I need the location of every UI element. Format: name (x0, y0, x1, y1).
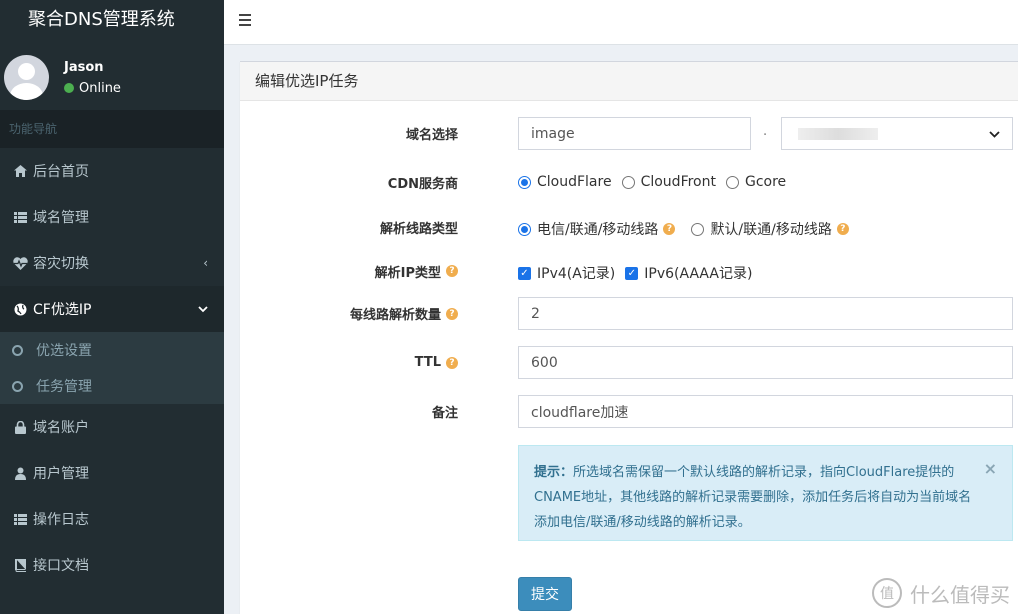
heartbeat-icon (12, 256, 28, 270)
chevron-down-icon (198, 302, 208, 316)
domain-label: 域名选择 (405, 128, 458, 143)
circle-icon (12, 344, 23, 356)
sidebar-subitem-tasks[interactable]: 任务管理 (0, 368, 224, 404)
top-navbar (224, 0, 1018, 45)
sidebar-item-label: 域名账户 (33, 420, 89, 436)
home-icon (12, 165, 28, 177)
sidebar-item-users[interactable]: 用户管理 (0, 450, 224, 496)
help-icon[interactable]: ? (836, 223, 849, 235)
sidebar-subitem-label: 优选设置 (36, 343, 92, 359)
cdn-radio-group: CloudFlare CloudFront Gcore (518, 174, 796, 190)
panel-title: 编辑优选IP任务 (240, 62, 1018, 101)
lock-icon (12, 420, 28, 434)
checkbox-checked-icon: ✓ (518, 266, 531, 280)
sidebar-item-label: 后台首页 (33, 164, 89, 180)
radio-checked-icon (518, 222, 531, 236)
ip-option-ipv6[interactable]: ✓ IPv6(AAAA记录) (625, 263, 752, 283)
blurred-domain (798, 127, 878, 140)
radio-icon (691, 222, 705, 236)
help-icon[interactable]: ? (446, 307, 458, 320)
book-icon (12, 558, 28, 572)
help-icon[interactable]: ? (446, 265, 458, 277)
app-title: 聚合DNS管理系统 (0, 0, 224, 45)
help-icon[interactable]: ? (446, 356, 458, 369)
ip-option-ipv4[interactable]: ✓ IPv4(A记录) (518, 263, 615, 283)
chevron-left-icon: ‹ (203, 256, 208, 270)
sidebar-item-logs[interactable]: 操作日志 (0, 496, 224, 542)
sidebar-item-label: 接口文档 (33, 558, 89, 574)
radio-icon (725, 175, 739, 189)
checkbox-checked-icon: ✓ (625, 266, 639, 280)
submit-button[interactable]: 提交 (518, 577, 572, 611)
sidebar-item-failover[interactable]: 容灾切换 ‹ (0, 240, 224, 286)
ip-type-checkbox-group: ✓ IPv4(A记录) ✓ IPv6(AAAA记录) (518, 263, 762, 283)
sidebar-subitem-settings[interactable]: 优选设置 (0, 332, 224, 368)
count-input[interactable]: 2 (518, 297, 1013, 330)
sidebar-submenu: 优选设置 任务管理 (0, 332, 224, 404)
list-icon (12, 211, 28, 223)
tip-alert: 提示：所选域名需保留一个默认线路的解析记录，指向CloudFlare提供的CNA… (518, 445, 1013, 541)
domain-separator: . (763, 124, 768, 139)
sidebar-subitem-label: 任务管理 (36, 379, 92, 395)
sidebar-item-label: CF优选IP (33, 302, 92, 318)
close-icon[interactable]: × (984, 456, 997, 481)
watermark-logo-icon: 值 (872, 578, 902, 608)
sidebar-item-label: 操作日志 (33, 512, 89, 528)
sidebar: 聚合DNS管理系统 Jason Online 功能导航 后台首页 域名管理 容灾… (0, 0, 224, 614)
ttl-label: TTL? (240, 355, 488, 370)
watermark-text: 什么值得买 (910, 582, 1010, 607)
sidebar-item-domains[interactable]: 域名管理 (0, 194, 224, 240)
sidebar-item-label: 用户管理 (33, 466, 89, 482)
user-status-label: Online (79, 80, 121, 96)
cdn-option-cloudflare[interactable]: CloudFlare (518, 174, 612, 190)
line-option-default[interactable]: 默认/联通/移动线路? (691, 219, 849, 239)
list-icon (12, 513, 28, 525)
edit-task-panel: 编辑优选IP任务 域名选择 image . CDN服务商 CloudFlare … (240, 61, 1018, 614)
ip-type-label: 解析IP类型? (240, 262, 488, 281)
sidebar-item-label: 容灾切换 (33, 256, 89, 272)
radio-checked-icon (518, 175, 531, 189)
sidebar-item-api-docs[interactable]: 接口文档 (0, 542, 224, 588)
watermark: 值 什么值得买 (872, 578, 1010, 608)
help-icon[interactable]: ? (663, 223, 676, 235)
online-dot-icon (64, 83, 74, 93)
cdn-label: CDN服务商 (387, 176, 458, 192)
chevron-down-icon (989, 126, 1000, 142)
tip-text: 所选域名需保留一个默认线路的解析记录，指向CloudFlare提供的CNAME地… (534, 465, 972, 530)
user-icon (12, 467, 28, 480)
subdomain-input[interactable]: image (518, 117, 751, 150)
radio-icon (621, 175, 635, 189)
tip-title: 提示： (534, 465, 574, 480)
remark-input[interactable]: cloudflare加速 (518, 395, 1013, 428)
line-type-label: 解析线路类型 (379, 221, 458, 237)
ttl-input[interactable]: 600 (518, 346, 1013, 379)
user-name: Jason (64, 59, 104, 75)
line-type-radio-group: 电信/联通/移动线路? 默认/联通/移动线路? (518, 219, 859, 239)
sidebar-item-accounts[interactable]: 域名账户 (0, 404, 224, 450)
avatar (4, 55, 49, 100)
cdn-option-cloudfront[interactable]: CloudFront (621, 174, 716, 190)
menu-toggle-icon[interactable] (239, 14, 251, 29)
sidebar-item-cf-ip[interactable]: CF优选IP (0, 286, 224, 332)
user-status: Online (64, 81, 121, 96)
user-panel: Jason Online (0, 45, 224, 110)
cdn-option-gcore[interactable]: Gcore (725, 174, 786, 190)
count-label: 每线路解析数量? (240, 304, 488, 323)
sidebar-item-home[interactable]: 后台首页 (0, 148, 224, 194)
sidebar-item-label: 域名管理 (33, 210, 89, 226)
domain-select[interactable] (781, 117, 1013, 150)
line-option-telecom[interactable]: 电信/联通/移动线路? (518, 219, 676, 239)
remark-label: 备注 (431, 406, 458, 421)
circle-icon (12, 380, 23, 392)
globe-icon (12, 303, 28, 316)
nav-header: 功能导航 (0, 110, 224, 148)
